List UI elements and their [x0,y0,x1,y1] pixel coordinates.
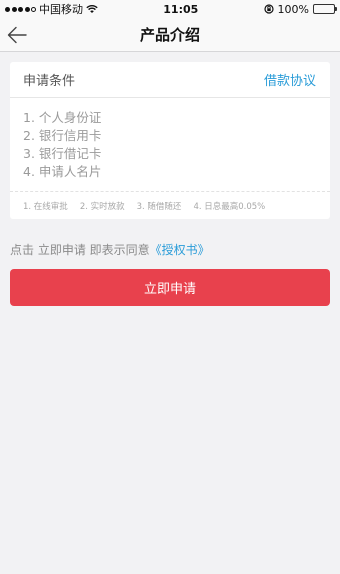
page-title: 产品介绍 [139,26,200,44]
feature-item: 2. 实时放款 [79,201,125,212]
battery-percent: 100% [277,2,309,16]
navigation-bar: 产品介绍 [0,18,340,52]
card-title: 申请条件 [23,74,76,89]
apply-now-button[interactable]: 立即申请 [10,269,330,306]
status-left: 中国移动 [5,1,98,17]
feature-item: 3. 随借随还 [136,201,182,212]
requirements-list: 1. 个人身份证 2. 银行信用卡 3. 银行借记卡 4. 申请人名片 [10,98,330,191]
orientation-lock-icon [263,4,274,14]
requirement-item: 3. 银行借记卡 [23,146,102,161]
status-time: 11:05 [163,2,199,16]
battery-icon [313,4,337,14]
carrier-label: 中国移动 [39,3,83,16]
requirements-card: 申请条件 借款协议 1. 个人身份证 2. 银行信用卡 3. 银行借记卡 4. … [10,62,330,219]
signal-icon [5,6,36,12]
features-row: 1. 在线审批 2. 实时放款 3. 随借随还 4. 日息最高0.05% [10,191,330,219]
back-arrow-icon[interactable] [6,25,28,45]
feature-item: 1. 在线审批 [23,201,68,212]
wifi-icon [86,4,98,13]
requirement-item: 1. 个人身份证 [23,110,102,125]
agreement-label: 点击 立即申请 即表示同意 [10,243,150,257]
agreement-text: 点击 立即申请 即表示同意《授权书》 [10,241,340,258]
status-right: 100% [263,2,337,16]
requirement-item: 2. 银行信用卡 [23,128,102,143]
card-header: 申请条件 借款协议 [10,62,330,98]
loan-agreement-link[interactable]: 借款协议 [264,70,316,89]
authorization-link[interactable]: 《授权书》 [150,243,210,257]
status-bar: 中国移动 11:05 100% [0,0,340,18]
feature-item: 4. 日息最高0.05% [193,201,266,212]
requirement-item: 4. 申请人名片 [23,164,102,179]
